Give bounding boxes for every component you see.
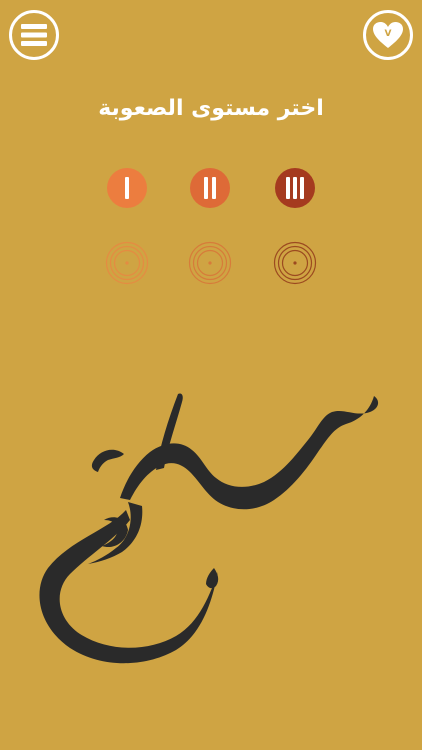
level-3-button[interactable] bbox=[275, 168, 315, 208]
level-1-button[interactable] bbox=[107, 168, 147, 208]
level-3-target-icon bbox=[273, 241, 317, 285]
calligraphy-logo bbox=[39, 393, 379, 664]
page-title: اختر مستوى الصعوبة bbox=[98, 96, 324, 121]
level-1-bars-icon bbox=[125, 177, 129, 199]
favorite-button[interactable]: V bbox=[363, 10, 413, 60]
level-1-target-icon bbox=[105, 241, 149, 285]
level-2-bars-icon bbox=[204, 177, 216, 199]
level-2-target-icon bbox=[188, 241, 232, 285]
favorite-badge: V bbox=[385, 29, 392, 39]
level-2-button[interactable] bbox=[190, 168, 230, 208]
level-3-bars-icon bbox=[286, 177, 304, 199]
menu-button[interactable] bbox=[9, 10, 59, 60]
heart-icon: V bbox=[373, 22, 403, 48]
hamburger-menu-icon bbox=[21, 24, 47, 46]
